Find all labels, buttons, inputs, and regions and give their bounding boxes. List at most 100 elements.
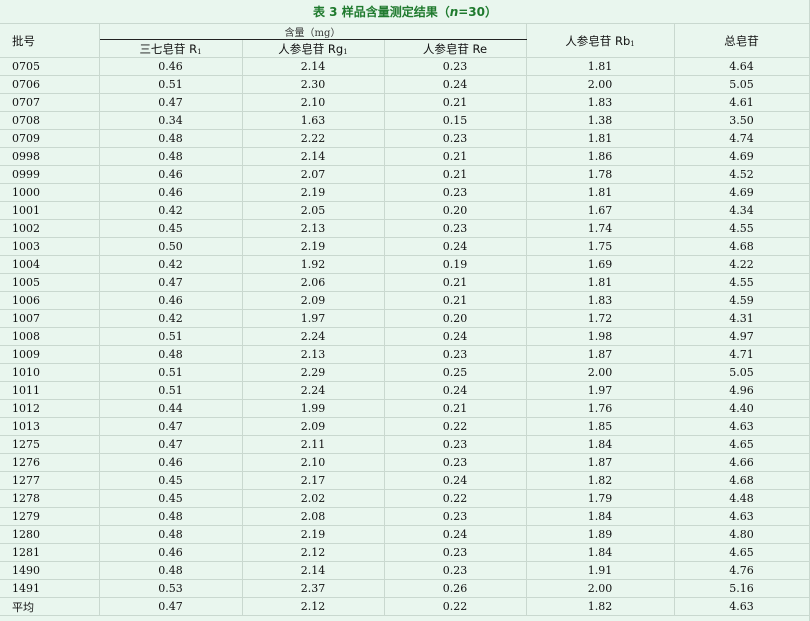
cell-re: 0.19 (384, 255, 527, 274)
table-row: 0705 0.46 2.14 0.23 1.81 4.64 (0, 57, 810, 76)
cell-r1: 0.51 (99, 327, 243, 346)
cell-total: 4.64 (674, 57, 810, 76)
cell-batch: 1003 (0, 237, 100, 256)
cell-r1: 0.51 (99, 363, 243, 382)
table-row: 1011 0.51 2.24 0.24 1.97 4.96 (0, 381, 810, 400)
cell-r1: 0.42 (99, 255, 243, 274)
cell-re: 0.23 (384, 543, 527, 562)
cell-rg1: 2.13 (242, 219, 385, 238)
header-rb1: 人参皂苷 Rb1 (526, 24, 675, 58)
cell-batch: 0999 (0, 165, 100, 184)
table-row: 1277 0.45 2.17 0.24 1.82 4.68 (0, 471, 810, 490)
cell-rg1: 2.19 (242, 183, 385, 202)
cell-rb1: 2.00 (526, 579, 675, 598)
cell-re: 0.23 (384, 183, 527, 202)
header-rg1-sub: 1 (343, 47, 348, 56)
cell-batch: 1001 (0, 201, 100, 220)
cell-re: 0.21 (384, 291, 527, 310)
table-row: 1012 0.44 1.99 0.21 1.76 4.40 (0, 399, 810, 418)
cell-rg1: 2.14 (242, 147, 385, 166)
cell-rb1: 1.81 (526, 129, 675, 148)
cell-r1: 0.48 (99, 345, 243, 364)
cell-r1: 0.51 (99, 75, 243, 94)
cell-total: 4.31 (674, 309, 810, 328)
table-row: 1276 0.46 2.10 0.23 1.87 4.66 (0, 453, 810, 472)
cell-re: 0.23 (384, 453, 527, 472)
cell-batch: 0708 (0, 111, 100, 130)
cell-re: 0.21 (384, 273, 527, 292)
cell-batch: 1277 (0, 471, 100, 490)
cell-total: 4.65 (674, 543, 810, 562)
cell-total: 4.34 (674, 201, 810, 220)
cell-re: 0.26 (384, 579, 527, 598)
cell-rb1: 1.97 (526, 381, 675, 400)
cell-rb1: 1.83 (526, 93, 675, 112)
cell-rb1: 2.00 (526, 363, 675, 382)
cell-batch: 1491 (0, 579, 100, 598)
table-row: 0998 0.48 2.14 0.21 1.86 4.69 (0, 147, 810, 166)
cell-rb1: 1.81 (526, 183, 675, 202)
cell-batch: 1013 (0, 417, 100, 436)
cell-r1: 0.46 (99, 165, 243, 184)
cell-re: 0.23 (384, 57, 527, 76)
cell-re: 0.20 (384, 309, 527, 328)
cell-re: 0.15 (384, 111, 527, 130)
cell-rg1: 2.17 (242, 471, 385, 490)
cell-re: 0.22 (384, 597, 527, 616)
cell-total: 4.61 (674, 93, 810, 112)
cell-total: 4.69 (674, 147, 810, 166)
cell-re: 0.25 (384, 363, 527, 382)
cell-rg1: 2.12 (242, 597, 385, 616)
cell-re: 0.20 (384, 201, 527, 220)
cell-rb1: 1.86 (526, 147, 675, 166)
header-batch: 批号 (0, 24, 100, 58)
cell-r1: 0.34 (99, 111, 243, 130)
cell-rb1: 1.84 (526, 507, 675, 526)
cell-re: 0.23 (384, 129, 527, 148)
cell-batch: 1009 (0, 345, 100, 364)
cell-batch: 1279 (0, 507, 100, 526)
table-row: 1010 0.51 2.29 0.25 2.00 5.05 (0, 363, 810, 382)
header-re: 人参皂苷 Re (384, 39, 527, 58)
cell-batch: 1000 (0, 183, 100, 202)
cell-batch: 0705 (0, 57, 100, 76)
cell-r1: 0.47 (99, 273, 243, 292)
cell-total: 4.68 (674, 471, 810, 490)
cell-r1: 0.51 (99, 381, 243, 400)
cell-re: 0.23 (384, 435, 527, 454)
cell-re: 0.21 (384, 399, 527, 418)
cell-rb1: 1.72 (526, 309, 675, 328)
cell-rb1: 1.78 (526, 165, 675, 184)
table-row: 1280 0.48 2.19 0.24 1.89 4.80 (0, 525, 810, 544)
cell-rg1: 2.24 (242, 327, 385, 346)
cell-rg1: 2.09 (242, 417, 385, 436)
cell-rg1: 2.10 (242, 453, 385, 472)
table-row: 1002 0.45 2.13 0.23 1.74 4.55 (0, 219, 810, 238)
cell-batch: 1007 (0, 309, 100, 328)
header-content-group-label: 含量（mg） (284, 28, 341, 39)
cell-batch: 1490 (0, 561, 100, 580)
table-row: 1275 0.47 2.11 0.23 1.84 4.65 (0, 435, 810, 454)
cell-total: 4.80 (674, 525, 810, 544)
cell-re: 0.22 (384, 417, 527, 436)
cell-r1: 0.46 (99, 183, 243, 202)
table-title-n: n (449, 5, 459, 19)
table-row: 0709 0.48 2.22 0.23 1.81 4.74 (0, 129, 810, 148)
cell-r1: 0.50 (99, 237, 243, 256)
cell-r1: 0.47 (99, 435, 243, 454)
cell-rg1: 2.07 (242, 165, 385, 184)
cell-re: 0.24 (384, 381, 527, 400)
cell-total: 4.66 (674, 453, 810, 472)
cell-total: 4.63 (674, 417, 810, 436)
cell-rb1: 1.91 (526, 561, 675, 580)
cell-re: 0.24 (384, 525, 527, 544)
cell-r1: 0.45 (99, 471, 243, 490)
cell-rb1: 1.82 (526, 471, 675, 490)
cell-batch: 1281 (0, 543, 100, 562)
cell-batch: 平均 (0, 597, 100, 616)
cell-total: 4.74 (674, 129, 810, 148)
cell-rg1: 2.06 (242, 273, 385, 292)
table-row: 1279 0.48 2.08 0.23 1.84 4.63 (0, 507, 810, 526)
cell-r1: 0.46 (99, 57, 243, 76)
cell-rb1: 1.87 (526, 453, 675, 472)
